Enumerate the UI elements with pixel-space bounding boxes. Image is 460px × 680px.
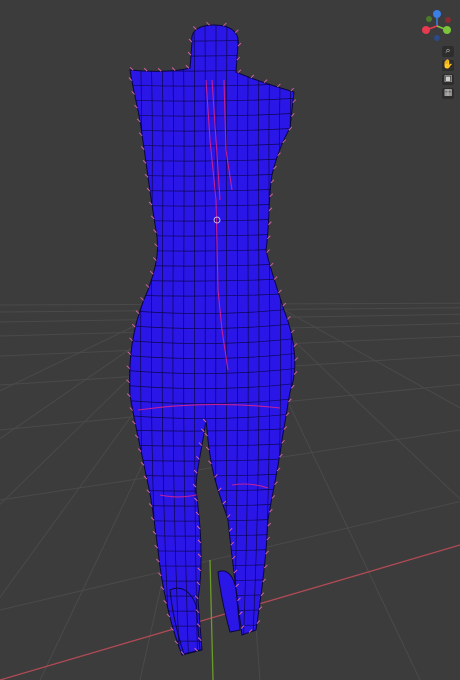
pan-icon[interactable]: ✋ (442, 60, 454, 71)
gizmo-neg-x-handle[interactable] (445, 17, 451, 23)
gizmo-neg-y-handle[interactable] (426, 16, 432, 22)
perspective-icon[interactable]: ▦ (442, 88, 454, 99)
gizmo-neg-z-handle[interactable] (434, 35, 440, 41)
zoom-icon[interactable]: ⌕ (442, 46, 454, 57)
gizmo-y-handle[interactable] (443, 26, 451, 34)
navigation-gizmo[interactable] (420, 8, 454, 44)
viewport-nav-buttons: ⌕ ✋ ▣ ▦ (442, 46, 456, 99)
viewport-scene[interactable] (0, 0, 460, 680)
camera-icon[interactable]: ▣ (442, 74, 454, 85)
gizmo-x-handle[interactable] (422, 26, 430, 34)
3d-viewport[interactable]: ⌕ ✋ ▣ ▦ (0, 0, 460, 680)
gizmo-z-handle[interactable] (433, 10, 441, 18)
